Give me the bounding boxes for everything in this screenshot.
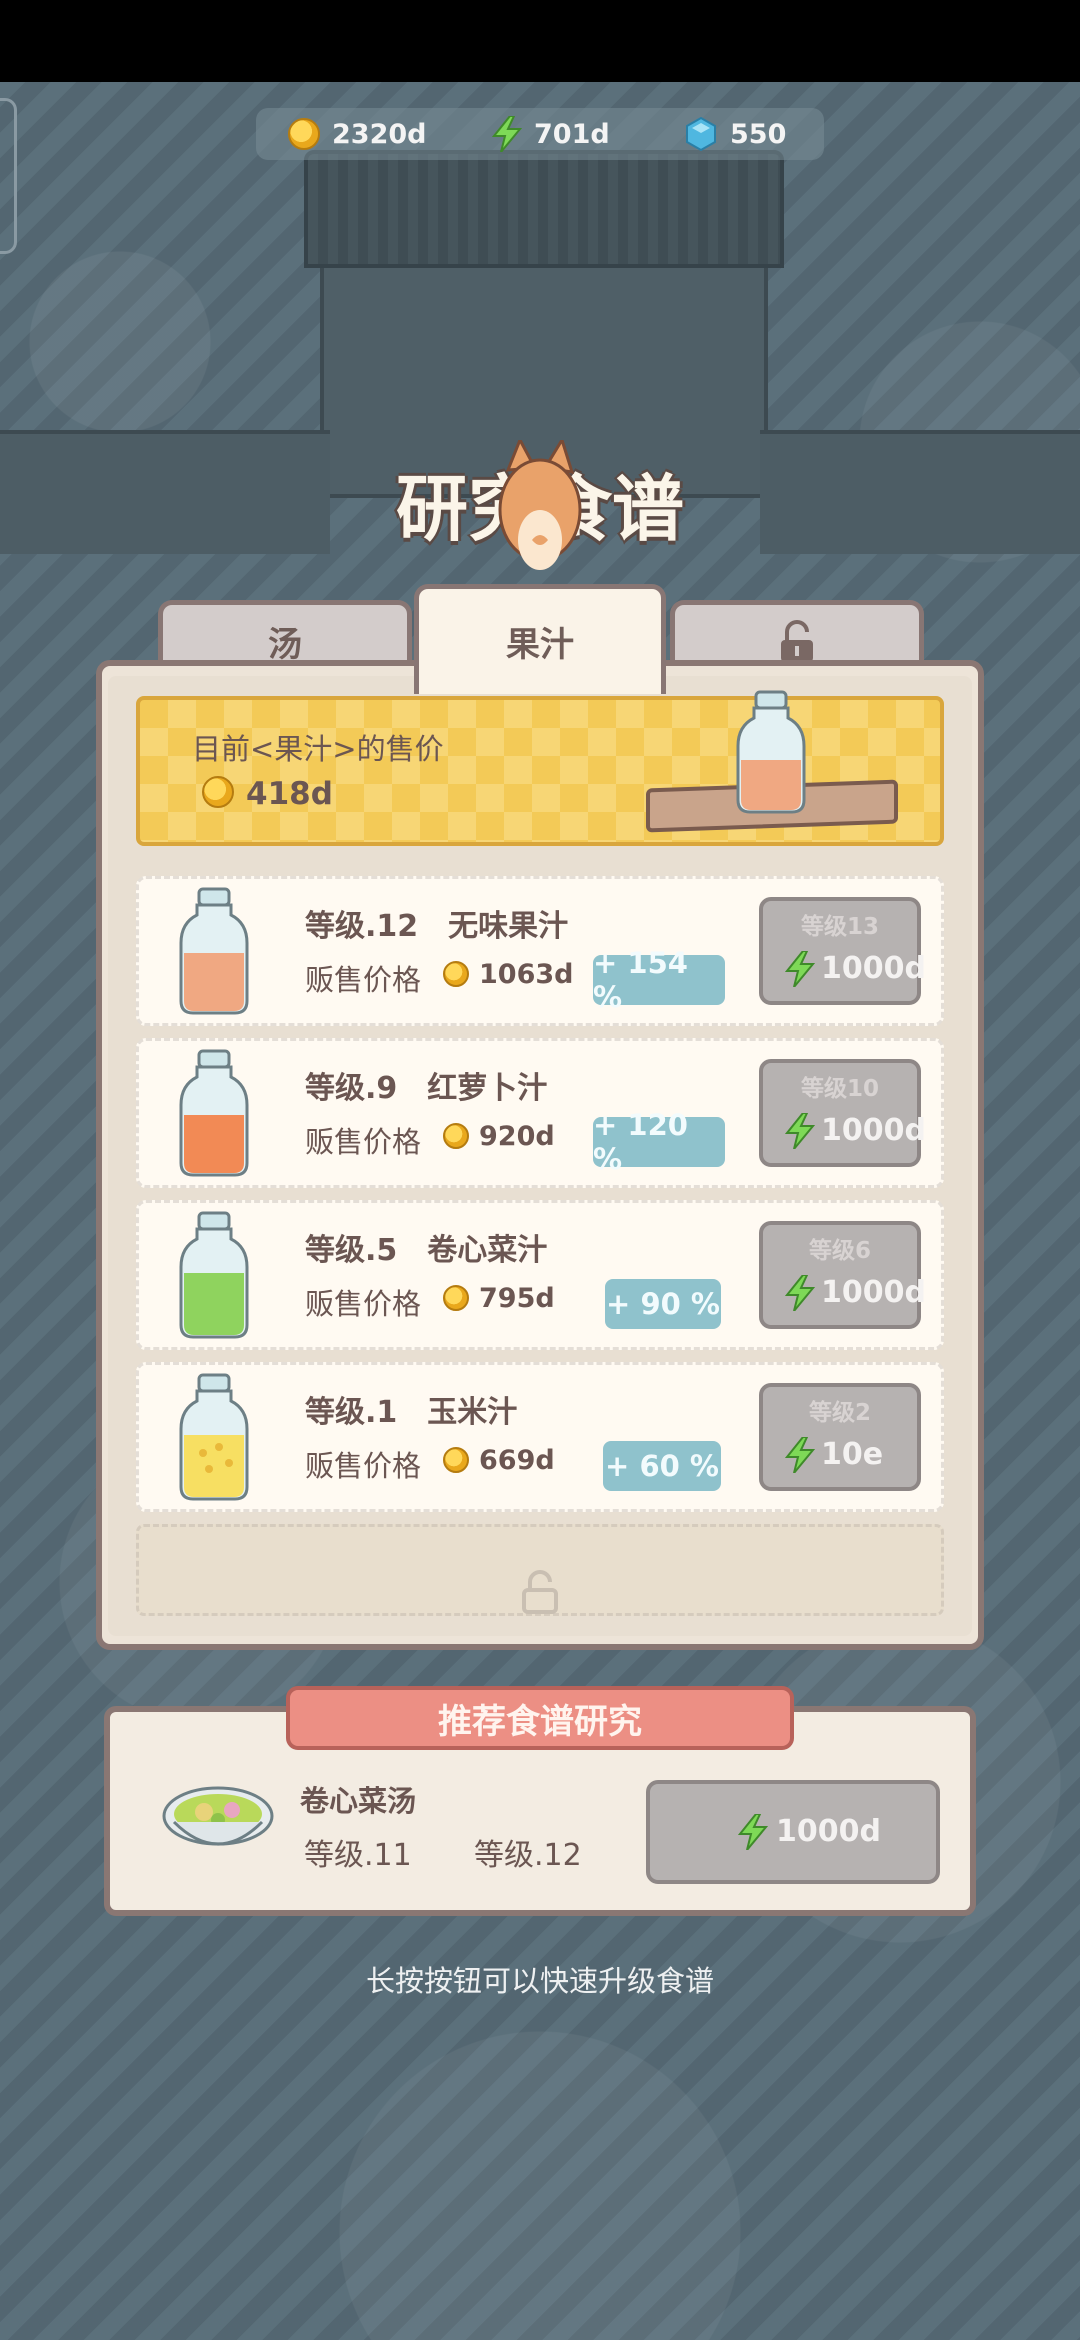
upgrade-button[interactable]: 等级2 10e bbox=[759, 1383, 921, 1491]
sell-price-value: 920d bbox=[479, 1121, 555, 1152]
sell-price-value: 795d bbox=[479, 1283, 555, 1314]
bonus-badge: + 154 % bbox=[593, 946, 725, 1014]
juice-bottle-icon bbox=[179, 1211, 249, 1339]
energy-bolt-icon bbox=[785, 951, 815, 987]
recommended-level-from: 等级.11 bbox=[304, 1838, 412, 1873]
hint-text: 长按按钮可以快速升级食谱 bbox=[365, 1964, 714, 1998]
next-level-label: 等级2 bbox=[808, 1400, 871, 1426]
cat-mascot bbox=[498, 440, 582, 570]
recipe-row: 等级.5 卷心菜汁 贩售价格 795d + 90 % 等级6 1000d bbox=[136, 1200, 944, 1350]
recommended-recipe-name: 卷心菜汤 bbox=[300, 1784, 417, 1818]
soup-bowl-icon bbox=[162, 1786, 274, 1846]
side-handle[interactable] bbox=[0, 98, 17, 254]
lock-icon bbox=[781, 619, 813, 662]
sell-price-label: 贩售价格 bbox=[305, 1449, 422, 1483]
juice-bottle-icon bbox=[179, 887, 249, 1015]
energy-counter: 701d bbox=[492, 108, 610, 160]
recipe-row: 等级.12 无味果汁 贩售价格 1063d + 154 % 等级13 1000d bbox=[136, 876, 944, 1026]
juice-bottle-icon bbox=[179, 1049, 249, 1177]
sell-price-label: 贩售价格 bbox=[305, 1287, 422, 1321]
sell-price-label: 贩售价格 bbox=[305, 1125, 422, 1159]
coin-icon bbox=[202, 776, 234, 808]
bonus-badge: + 120 % bbox=[593, 1108, 725, 1176]
recommended-upgrade-cost: 1000d bbox=[776, 1814, 881, 1849]
juice-bottle-icon bbox=[179, 1373, 249, 1501]
sell-price-value: 1063d bbox=[479, 959, 574, 990]
recommended-upgrade-button[interactable]: 1000d bbox=[646, 1780, 940, 1884]
energy-bolt-icon bbox=[785, 1437, 815, 1473]
coin-icon bbox=[443, 1285, 469, 1311]
recipe-row: 等级.1 玉米汁 贩售价格 669d + 60 % 等级2 10e bbox=[136, 1362, 944, 1512]
energy-bolt-icon bbox=[738, 1814, 768, 1850]
lock-icon bbox=[522, 1570, 558, 1614]
recipe-name: 等级.12 无味果汁 bbox=[305, 909, 569, 944]
gem-icon bbox=[686, 117, 716, 151]
next-level-label: 等级13 bbox=[800, 914, 879, 940]
coin-icon bbox=[443, 1447, 469, 1473]
upgrade-button[interactable]: 等级13 1000d bbox=[759, 897, 926, 1005]
gem-value: 550 bbox=[730, 118, 787, 150]
bonus-badge: + 90 % bbox=[605, 1279, 721, 1329]
coin-icon bbox=[443, 961, 469, 987]
energy-bolt-icon bbox=[785, 1275, 815, 1311]
upgrade-cost: 1000d bbox=[821, 1113, 926, 1148]
sell-price-label: 贩售价格 bbox=[305, 963, 422, 997]
current-price-label: 目前<果汁>的售价 bbox=[192, 732, 444, 766]
upgrade-cost: 10e bbox=[821, 1437, 884, 1472]
upgrade-button[interactable]: 等级6 1000d bbox=[759, 1221, 926, 1329]
energy-bolt-icon bbox=[492, 116, 522, 152]
energy-value: 701d bbox=[534, 118, 610, 150]
upgrade-button[interactable]: 等级10 1000d bbox=[759, 1059, 926, 1167]
next-level-label: 等级10 bbox=[800, 1076, 879, 1102]
coin-icon bbox=[288, 118, 320, 150]
energy-bolt-icon bbox=[785, 1113, 815, 1149]
recipe-name: 等级.1 玉米汁 bbox=[305, 1395, 518, 1430]
sell-price-value: 669d bbox=[479, 1445, 555, 1476]
next-level-label: 等级6 bbox=[808, 1238, 871, 1264]
recipe-row: 等级.9 红萝卜汁 贩售价格 920d + 120 % 等级10 1000d bbox=[136, 1038, 944, 1188]
coin-value: 2320d bbox=[332, 118, 427, 150]
gem-counter: 550 bbox=[684, 108, 786, 160]
upgrade-cost: 1000d bbox=[821, 951, 926, 986]
coin-icon bbox=[443, 1123, 469, 1149]
upgrade-cost: 1000d bbox=[821, 1275, 926, 1310]
recipe-name: 等级.9 红萝卜汁 bbox=[305, 1071, 548, 1106]
coin-counter: 2320d bbox=[288, 108, 426, 160]
tab-soup-label: 汤 bbox=[268, 625, 302, 665]
recommended-level-to: 等级.12 bbox=[474, 1838, 582, 1873]
tab-juice-label: 果汁 bbox=[506, 625, 574, 665]
current-price-value: 418d bbox=[246, 776, 333, 812]
recipe-name: 等级.5 卷心菜汁 bbox=[305, 1233, 548, 1268]
juice-bottle-icon bbox=[736, 690, 806, 814]
bonus-badge: + 60 % bbox=[603, 1441, 721, 1491]
currency-bar: 2320d 701d 550 bbox=[256, 108, 824, 160]
status-bar bbox=[0, 0, 1080, 82]
recommended-header: 推荐食谱研究 bbox=[286, 1686, 794, 1750]
tab-juice[interactable]: 果汁 bbox=[414, 584, 666, 694]
